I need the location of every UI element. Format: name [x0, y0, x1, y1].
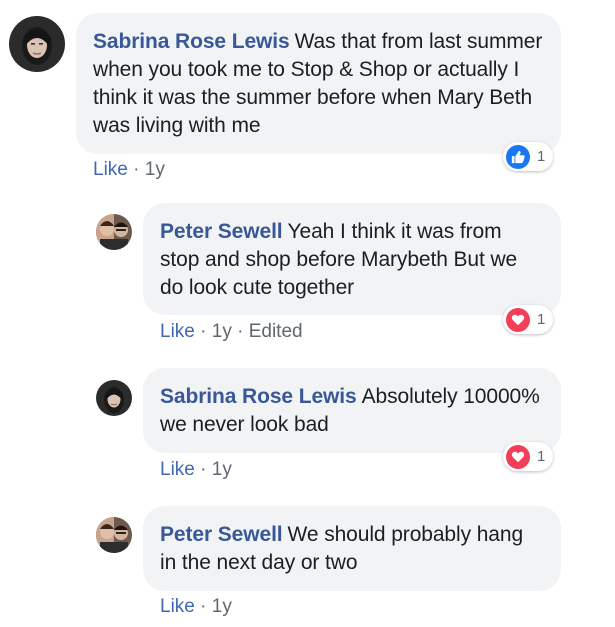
- reaction-summary[interactable]: 1: [503, 442, 554, 471]
- avatar[interactable]: [96, 214, 132, 250]
- timestamp[interactable]: 1y: [145, 159, 165, 180]
- heart-icon: [506, 307, 530, 332]
- separator: ·: [194, 321, 212, 342]
- profile-photo-icon: [9, 16, 65, 72]
- comment-author[interactable]: Peter Sewell: [160, 220, 283, 243]
- like-button[interactable]: Like: [160, 321, 195, 342]
- reaction-count: 1: [537, 448, 546, 465]
- timestamp[interactable]: 1y: [212, 321, 232, 342]
- comment-actions: Like · 1y · Edited: [160, 321, 303, 343]
- like-button[interactable]: Like: [160, 596, 195, 617]
- timestamp[interactable]: 1y: [212, 596, 232, 617]
- like-button[interactable]: Like: [160, 459, 195, 480]
- profile-photo-icon: [96, 214, 132, 250]
- thumbs-up-icon: [506, 144, 530, 169]
- edited-label[interactable]: Edited: [249, 321, 303, 342]
- comment-author[interactable]: Sabrina Rose Lewis: [93, 30, 290, 53]
- separator: ·: [194, 596, 212, 617]
- comment-actions: Like · 1y: [160, 596, 232, 618]
- profile-photo-icon: [96, 380, 132, 416]
- comment-bubble: Peter Sewell Yeah I think it was from sto…: [143, 203, 561, 315]
- profile-photo-icon: [96, 517, 132, 553]
- reaction-count: 1: [537, 148, 546, 165]
- comment-bubble: Sabrina Rose Lewis Absolutely 10000% we n…: [143, 368, 561, 453]
- heart-icon: [506, 444, 530, 469]
- separator: ·: [127, 159, 145, 180]
- comment-actions: Like · 1y: [93, 159, 165, 181]
- avatar[interactable]: [96, 517, 132, 553]
- comment-actions: Like · 1y: [160, 459, 232, 481]
- avatar[interactable]: [96, 380, 132, 416]
- comment-author[interactable]: Peter Sewell: [160, 523, 283, 546]
- separator: ·: [231, 321, 249, 342]
- separator: ·: [194, 459, 212, 480]
- like-button[interactable]: Like: [93, 159, 128, 180]
- avatar[interactable]: [9, 16, 65, 72]
- timestamp[interactable]: 1y: [212, 459, 232, 480]
- reaction-summary[interactable]: 1: [503, 305, 554, 334]
- comment-bubble: Sabrina Rose Lewis Was that from last sum…: [76, 13, 561, 154]
- comment-author[interactable]: Sabrina Rose Lewis: [160, 385, 357, 408]
- comment-bubble: Peter Sewell We should probably hang in t…: [143, 506, 561, 591]
- reaction-summary[interactable]: 1: [503, 142, 554, 171]
- reaction-count: 1: [537, 311, 546, 328]
